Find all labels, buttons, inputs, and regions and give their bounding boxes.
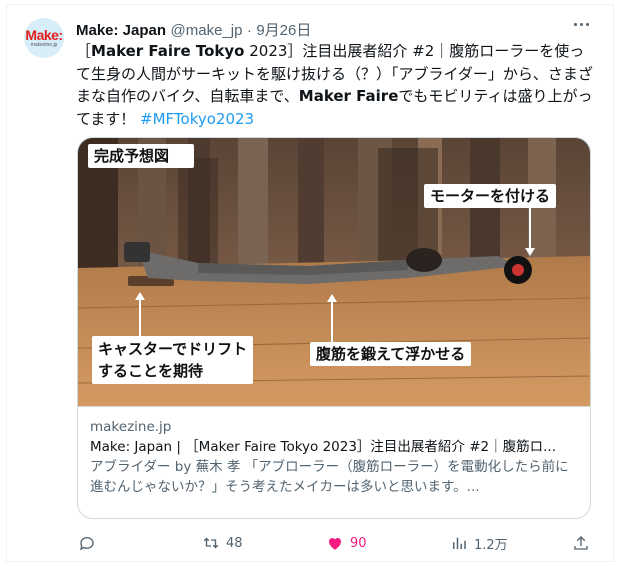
avatar[interactable]: Make: makezine.jp [24,18,64,58]
tweet-text: ［Maker Faire Tokyo 2023］注目出展者紹介 #2｜腹筋ローラ… [76,40,596,130]
retweet-button[interactable]: 48 [202,528,243,558]
share-icon [574,536,588,550]
image-label-caster-line1: キャスターでドリフト [98,340,248,358]
card-image[interactable]: 完成予想図 モーターを付ける キャスターでドリフト することを期待 腹筋を鍛えて… [78,138,590,406]
image-label-complete: 完成予想図 [88,144,176,168]
handle[interactable]: @make_jp [171,22,243,39]
avatar-logo: Make: [25,27,63,43]
display-name[interactable]: Make: Japan [76,22,166,39]
tweet-text-part1: ［ [76,42,92,60]
views-icon [453,537,466,549]
link-card[interactable]: 完成予想図 モーターを付ける キャスターでドリフト することを期待 腹筋を鍛えて… [77,137,591,519]
like-icon [328,537,342,550]
image-label-motor: モーターを付ける [424,184,557,208]
reply-icon [79,537,94,551]
image-label-caster: キャスターでドリフト することを期待 [92,336,254,384]
image-label-caster-line2: することを期待 [98,362,204,380]
card-description: アブライダー by 蕪木 孝 「アブローラー（腹筋ローラー）を電動化したら前に進… [90,459,569,495]
card-meta[interactable]: makezine.jp Make: Japan | ［Maker Faire T… [78,406,590,518]
like-count: 90 [350,535,367,551]
share-button[interactable] [572,528,590,558]
retweet-count: 48 [226,535,243,551]
views-button[interactable]: 1.2万 [450,528,508,558]
tweet-header: Make: Japan @make_jp · 9月26日 [76,19,311,40]
tweet-date[interactable]: 9月26日 [256,22,311,39]
more-icon[interactable] [570,14,592,34]
hashtag-link[interactable]: #MFTokyo2023 [140,110,254,128]
like-button[interactable]: 90 [326,528,367,558]
tweet-text-mft: Maker Faire Tokyo [91,42,245,60]
separator-dot: · [246,22,252,39]
tweet-text-maker-faire: Maker Faire [298,87,399,105]
card-domain: makezine.jp [90,419,172,435]
image-label-abs: 腹筋を鍛えて浮かせる [310,342,472,366]
retweet-icon [203,537,219,549]
views-count: 1.2万 [474,537,508,553]
avatar-logo-sub: makezine.jp [30,42,58,48]
action-bar: 48 90 1.2万 [76,528,596,558]
card-title: Make: Japan | ［Maker Faire Tokyo 2023］注目… [90,439,557,455]
reply-button[interactable] [78,528,102,558]
